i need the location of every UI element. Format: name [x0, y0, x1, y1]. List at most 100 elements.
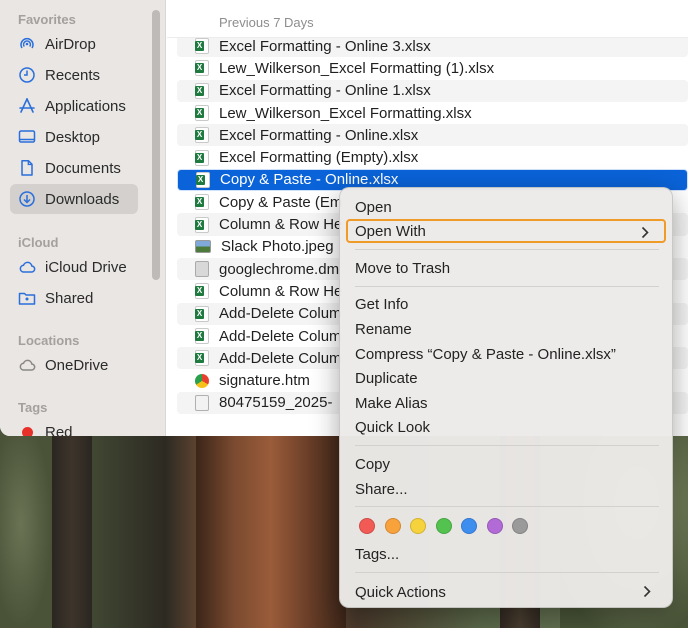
- excel-file-icon: [195, 194, 209, 211]
- sidebar-item-airdrop[interactable]: AirDrop: [10, 29, 138, 59]
- airdrop-icon: [18, 35, 36, 53]
- menu-separator: [355, 249, 659, 250]
- group-header: Previous 7 Days: [167, 8, 688, 38]
- menu-item-duplicate[interactable]: Duplicate: [346, 366, 666, 390]
- file-row[interactable]: Excel Formatting - Online 3.xlsx: [177, 35, 688, 58]
- menu-item-label: Open With: [355, 222, 426, 240]
- file-row[interactable]: Excel Formatting - Online 1.xlsx: [177, 79, 688, 102]
- chevron-right-icon: [638, 224, 652, 240]
- file-name: signature.htm: [219, 372, 310, 390]
- chevron-right-icon: [640, 583, 654, 599]
- cloud-icon: [18, 258, 36, 276]
- sidebar-item-icloud-drive[interactable]: iCloud Drive: [10, 252, 138, 282]
- menu-item-share[interactable]: Share...: [346, 477, 666, 501]
- excel-file-icon: [195, 127, 209, 144]
- sidebar-item-label: Applications: [45, 97, 126, 115]
- sidebar-item-label: iCloud Drive: [45, 258, 127, 276]
- menu-item-quick-actions[interactable]: Quick Actions: [346, 580, 666, 604]
- file-name: Copy & Paste - Online.xlsx: [220, 171, 399, 189]
- file-name: Lew_Wilkerson_Excel Formatting.xlsx: [219, 104, 472, 122]
- menu-separator: [355, 572, 659, 573]
- context-menu: Open Open With Move to Trash Get Info Re…: [339, 187, 673, 608]
- sidebar-item-label: Red: [45, 423, 73, 437]
- document-file-icon: [195, 394, 209, 411]
- foliage: [0, 420, 52, 628]
- file-row[interactable]: Excel Formatting (Empty).xlsx: [177, 146, 688, 168]
- file-name: Copy & Paste (Em: [219, 193, 343, 211]
- sidebar-item-documents[interactable]: Documents: [10, 153, 138, 183]
- sidebar-section-icloud: iCloud: [18, 235, 59, 250]
- menu-item-quick-look[interactable]: Quick Look: [346, 415, 666, 439]
- tree-trunk: [196, 420, 346, 628]
- sidebar-item-recents[interactable]: Recents: [10, 60, 138, 90]
- file-name: Lew_Wilkerson_Excel Formatting (1).xlsx: [219, 59, 495, 77]
- clock-icon: [18, 66, 36, 84]
- tag-color-dot[interactable]: [410, 518, 426, 534]
- sidebar-item-label: OneDrive: [45, 356, 109, 374]
- red-tag-icon: [22, 426, 33, 436]
- file-name: Column & Row He: [219, 216, 343, 234]
- sidebar-item-shared[interactable]: Shared: [10, 283, 138, 313]
- tree-trunk: [52, 420, 92, 628]
- menu-item-rename[interactable]: Rename: [346, 317, 666, 341]
- menu-item-open-with[interactable]: Open With: [346, 219, 666, 243]
- file-name: Add-Delete Colum: [219, 327, 342, 345]
- tag-color-dot[interactable]: [359, 518, 375, 534]
- sidebar-item-applications[interactable]: Applications: [10, 91, 138, 121]
- sidebar-item-downloads[interactable]: Downloads: [10, 184, 138, 214]
- file-row[interactable]: Lew_Wilkerson_Excel Formatting (1).xlsx: [177, 57, 688, 79]
- menu-separator: [355, 445, 659, 446]
- excel-file-icon: [195, 149, 209, 166]
- file-row[interactable]: Lew_Wilkerson_Excel Formatting.xlsx: [177, 102, 688, 124]
- cloud-icon: [18, 356, 36, 374]
- document-icon: [18, 159, 36, 177]
- tag-color-dot[interactable]: [461, 518, 477, 534]
- tag-color-picker: [359, 518, 528, 534]
- menu-item-move-to-trash[interactable]: Move to Trash: [346, 256, 666, 280]
- sidebar-item-desktop[interactable]: Desktop: [10, 122, 138, 152]
- excel-file-icon: [196, 171, 210, 188]
- tag-color-dot[interactable]: [512, 518, 528, 534]
- sidebar-section-favorites: Favorites: [18, 12, 76, 27]
- file-name: Slack Photo.jpeg: [221, 238, 334, 256]
- sidebar-scrollbar[interactable]: [152, 10, 160, 280]
- excel-file-icon: [195, 38, 209, 55]
- file-name: Column & Row He: [219, 282, 343, 300]
- sidebar-item-tag-red[interactable]: Red: [10, 417, 138, 436]
- sidebar-item-onedrive[interactable]: OneDrive: [10, 350, 138, 380]
- excel-file-icon: [195, 350, 209, 367]
- shared-folder-icon: [18, 289, 36, 307]
- sidebar-item-label: AirDrop: [45, 35, 96, 53]
- excel-file-icon: [195, 60, 209, 77]
- sidebar-item-label: Shared: [45, 289, 94, 307]
- sidebar-item-label: Downloads: [45, 190, 120, 208]
- file-name: Excel Formatting - Online 3.xlsx: [219, 37, 431, 55]
- tag-color-dot[interactable]: [486, 518, 503, 534]
- file-name: Excel Formatting - Online 1.xlsx: [219, 82, 431, 100]
- applications-icon: [18, 97, 36, 115]
- excel-file-icon: [195, 216, 209, 233]
- download-icon: [18, 190, 36, 208]
- tag-color-dot[interactable]: [435, 518, 452, 534]
- menu-item-compress[interactable]: Compress “Copy & Paste - Online.xlsx”: [346, 342, 666, 366]
- menu-item-get-info[interactable]: Get Info: [346, 292, 666, 316]
- file-row[interactable]: Excel Formatting - Online.xlsx: [177, 124, 688, 147]
- disk-image-icon: [195, 261, 209, 278]
- sidebar-item-label: Recents: [45, 66, 101, 84]
- sidebar: Favorites AirDrop Recents Applications D…: [0, 0, 166, 436]
- file-name: Excel Formatting (Empty).xlsx: [219, 149, 419, 167]
- file-name: googlechrome.dm: [219, 260, 340, 278]
- menu-item-copy[interactable]: Copy: [346, 452, 666, 476]
- excel-file-icon: [195, 283, 209, 300]
- menu-separator: [355, 506, 659, 507]
- tag-color-dot[interactable]: [384, 518, 401, 534]
- menu-item-open[interactable]: Open: [346, 195, 666, 219]
- file-name: 80475159_2025-: [219, 394, 333, 412]
- sidebar-item-label: Documents: [45, 159, 121, 177]
- menu-item-tags[interactable]: Tags...: [346, 542, 666, 566]
- sidebar-section-locations: Locations: [18, 333, 80, 348]
- menu-item-label: Quick Actions: [355, 583, 446, 601]
- desktop-icon: [18, 128, 36, 146]
- menu-separator: [355, 286, 659, 287]
- menu-item-make-alias[interactable]: Make Alias: [346, 391, 666, 415]
